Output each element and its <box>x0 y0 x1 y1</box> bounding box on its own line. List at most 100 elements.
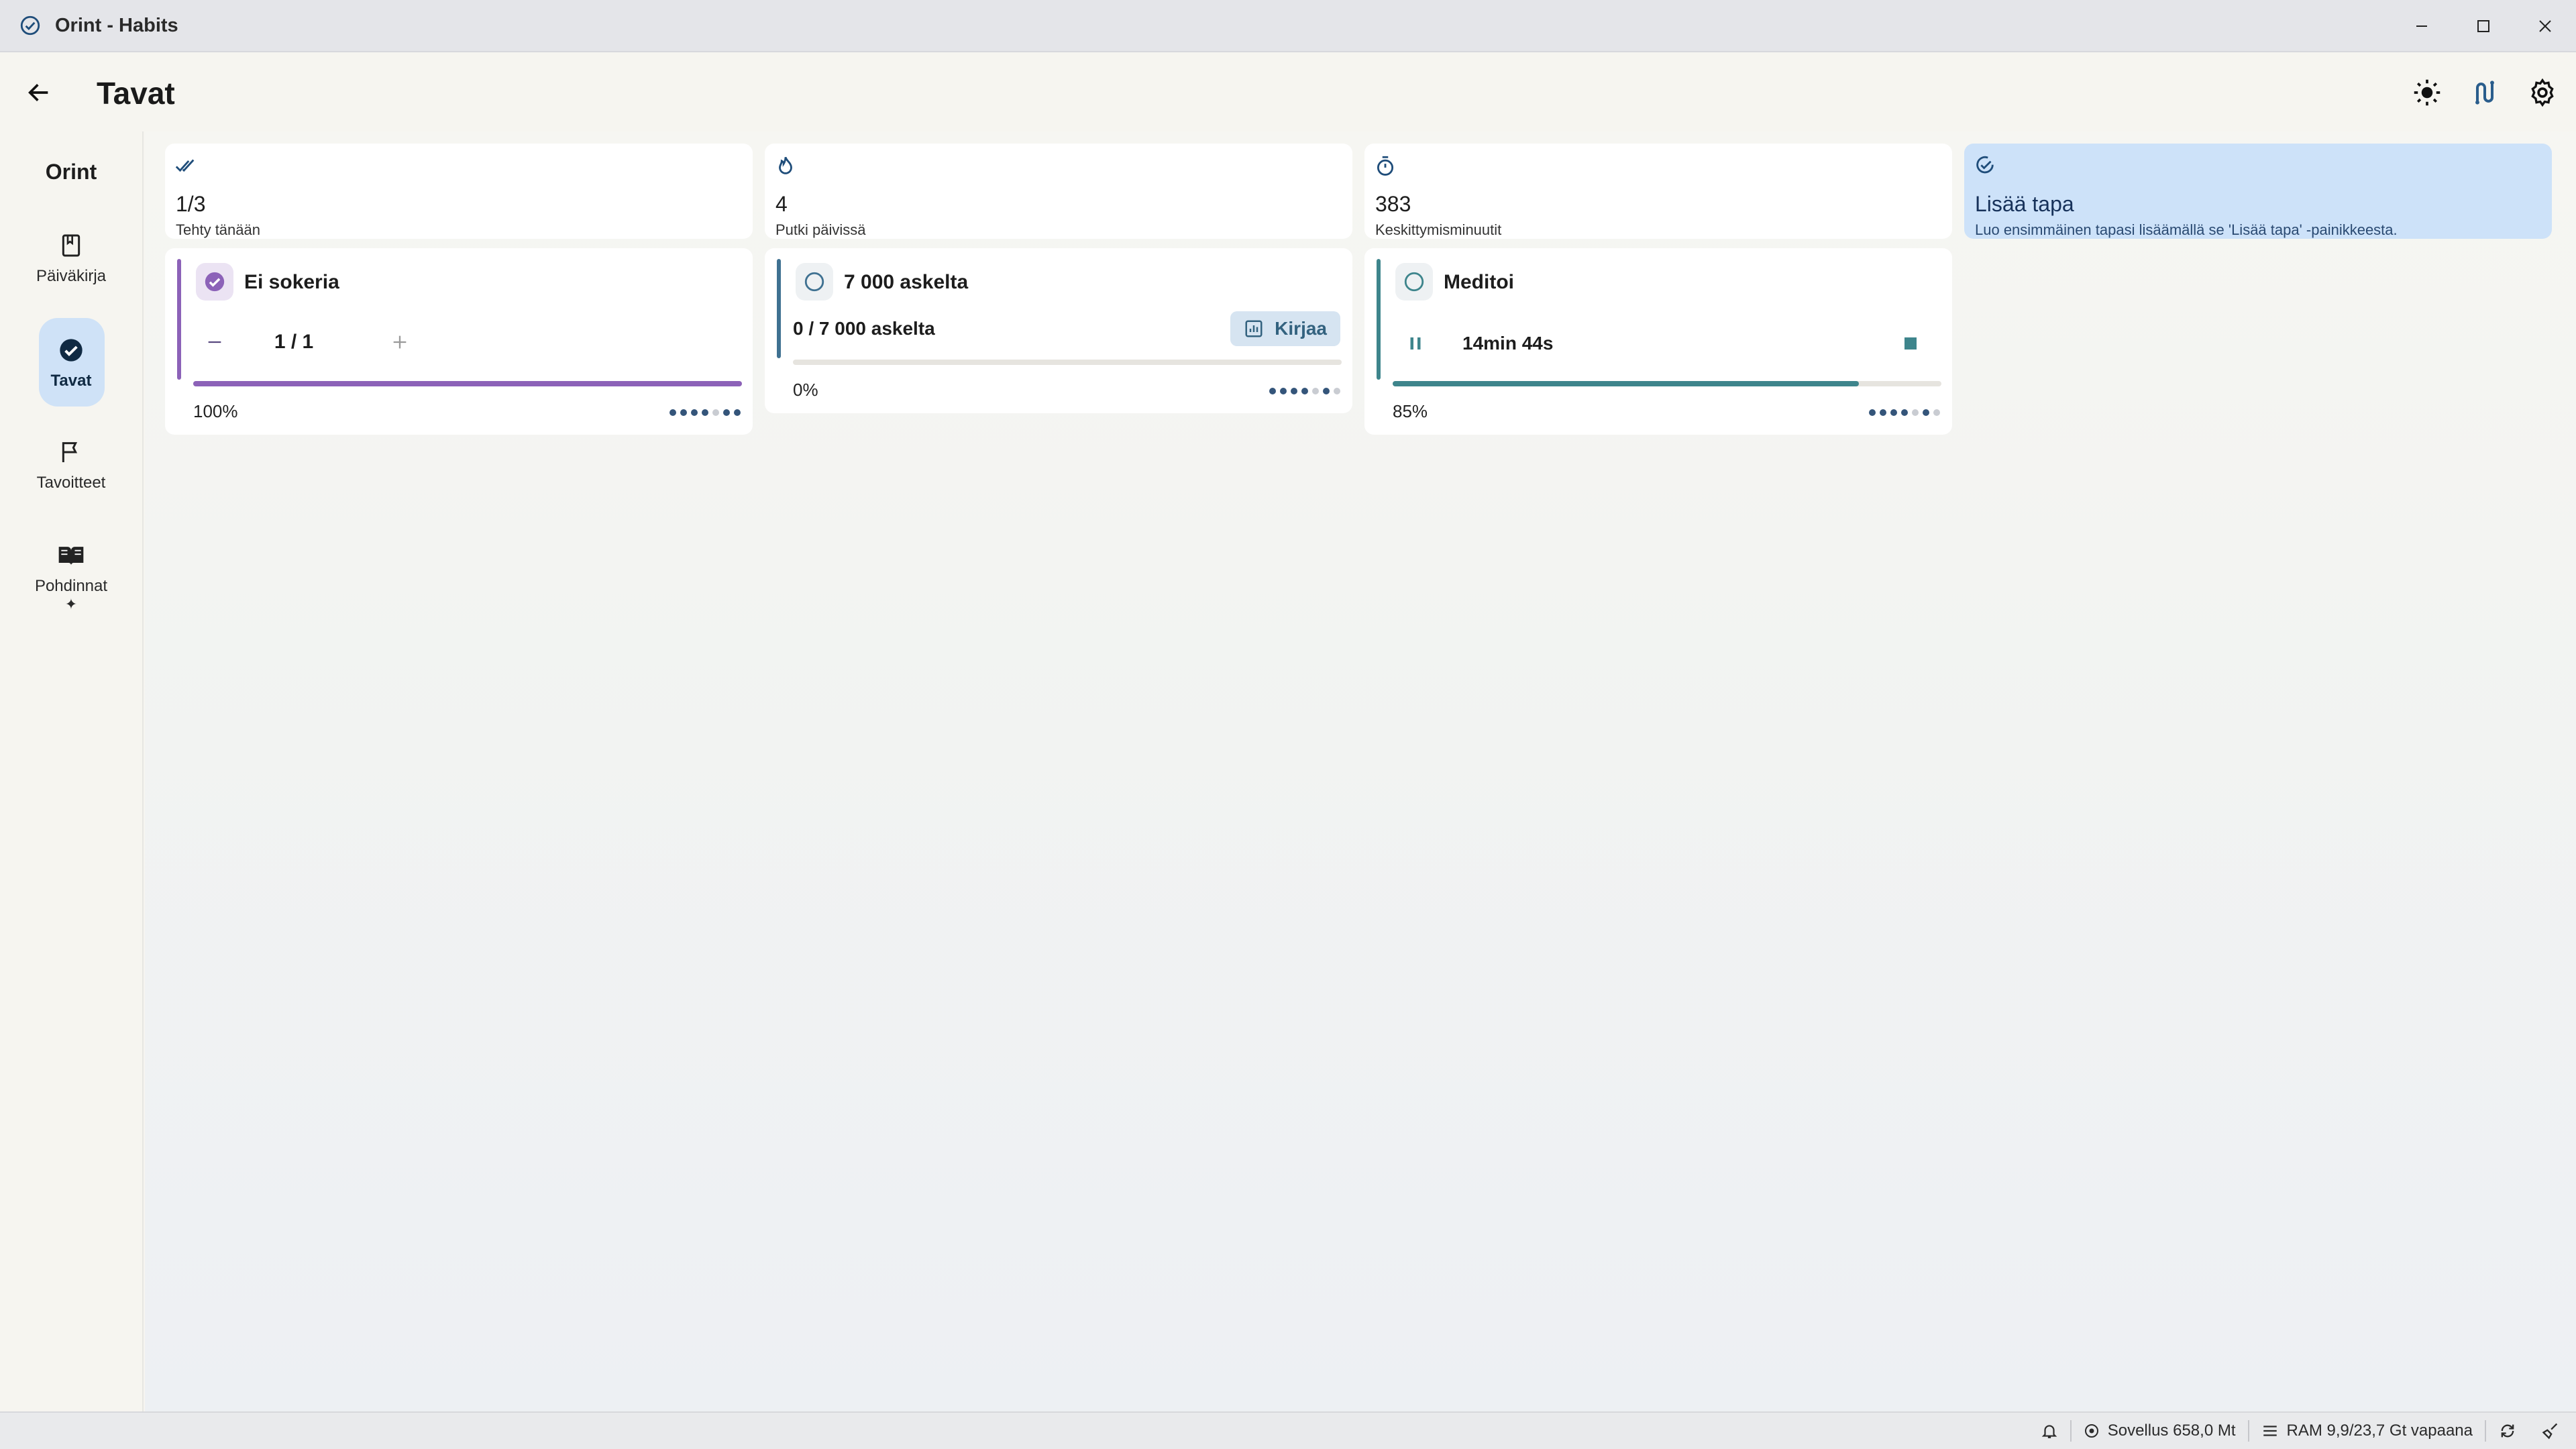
sidebar: Orint Päiväkirja Tavat Tavoitteet Pohdin… <box>0 131 144 1411</box>
history-dot <box>680 409 687 416</box>
notifications-button[interactable] <box>2029 1422 2070 1440</box>
page-title: Tavat <box>97 76 175 111</box>
history-dot <box>1334 388 1340 394</box>
sidebar-item-label: Tavoitteet <box>36 474 106 492</box>
habit-progress-fill <box>1393 381 1860 386</box>
stat-card-focus-minutes: 383 Keskittymisminuutit <box>1364 144 1952 239</box>
broom-button[interactable] <box>2529 1421 2576 1440</box>
habit-complete-toggle[interactable] <box>196 263 233 301</box>
minus-icon <box>208 341 221 343</box>
sidebar-item-tavoitteet[interactable]: Tavoitteet <box>0 433 142 492</box>
stat-card-done-today: 1/3 Tehty tänään <box>165 144 753 239</box>
habit-percent: 0% <box>793 380 818 400</box>
log-button[interactable]: Kirjaa <box>1230 311 1340 346</box>
route-icon <box>2475 80 2494 105</box>
history-dot <box>1323 388 1330 394</box>
log-button-label: Kirjaa <box>1275 318 1327 339</box>
page-header: Tavat <box>0 54 2576 131</box>
maximize-icon <box>2477 20 2489 32</box>
history-dot <box>723 409 730 416</box>
bookmark-icon <box>62 234 80 257</box>
minimize-icon <box>2416 25 2427 27</box>
habit-color-bar <box>177 259 181 380</box>
stat-value: 1/3 <box>176 192 206 216</box>
memory-icon <box>2263 1426 2277 1436</box>
habit-complete-toggle[interactable] <box>1395 263 1433 301</box>
stat-value: 383 <box>1375 192 1411 216</box>
habit-card-7000-askelta: 7 000 askelta 0 / 7 000 askelta Kirjaa 0… <box>765 248 1352 413</box>
stat-card-streak: 4 Putki päivissä <box>765 144 1352 239</box>
status-bar: Sovellus 658,0 Mt RAM 9,9/23,7 Gt vapaan… <box>0 1411 2576 1449</box>
history-dot <box>669 409 676 416</box>
habit-history-dots <box>1269 388 1340 394</box>
increment-button[interactable] <box>381 323 419 361</box>
recycle-icon <box>2501 1424 2514 1438</box>
stat-label: Putki päivissä <box>775 221 866 238</box>
gear-icon <box>2531 78 2554 107</box>
history-dot <box>1312 388 1319 394</box>
sidebar-item-tavat[interactable]: Tavat <box>0 318 142 407</box>
habit-name: Ei sokeria <box>244 271 339 293</box>
history-dot <box>1901 409 1908 416</box>
sparkle-badge: ✦ <box>64 596 78 612</box>
flag-icon <box>62 442 78 462</box>
history-dot <box>1269 388 1276 394</box>
history-dot <box>712 409 719 416</box>
history-dot <box>1912 409 1919 416</box>
habit-count: 1 / 1 <box>274 331 314 353</box>
chip-icon <box>2084 1424 2098 1438</box>
sidebar-item-label: Päiväkirja <box>36 267 107 285</box>
bell-icon <box>2041 1425 2057 1438</box>
habit-progress-bar <box>793 360 1342 365</box>
app-memory-status: Sovellus 658,0 Mt <box>2072 1421 2248 1440</box>
back-button[interactable] <box>20 74 58 111</box>
history-dot <box>1880 409 1886 416</box>
close-button[interactable] <box>2514 0 2576 52</box>
circle-outline-icon <box>1404 272 1424 292</box>
ram-status: RAM 9,9/23,7 Gt vapaana <box>2249 1421 2485 1440</box>
history-dot <box>1890 409 1897 416</box>
habit-name: 7 000 askelta <box>844 271 969 293</box>
theme-toggle-button[interactable] <box>2407 72 2447 113</box>
habit-percent: 85% <box>1393 401 1428 421</box>
flame-icon <box>779 156 792 174</box>
habit-name: Meditoi <box>1444 271 1514 293</box>
habit-progress-bar <box>193 381 742 386</box>
stop-button[interactable] <box>1898 331 1923 356</box>
arrow-left-icon <box>28 84 48 101</box>
maximize-button[interactable] <box>2453 0 2514 52</box>
pause-button[interactable] <box>1403 331 1428 356</box>
sidebar-item-paivakirja[interactable]: Päiväkirja <box>0 227 142 286</box>
sidebar-item-label: Pohdinnat <box>34 577 108 595</box>
add-habit-card[interactable]: Lisää tapa Luo ensimmäinen tapasi lisääm… <box>1964 144 2552 239</box>
habit-complete-toggle[interactable] <box>796 263 833 301</box>
history-dot <box>734 409 741 416</box>
window-title: Orint - Habits <box>55 14 178 36</box>
broom-icon <box>2542 1423 2558 1440</box>
habit-timer: 14min 44s <box>1462 333 1554 354</box>
habit-progress-bar <box>1393 381 1941 386</box>
check-circle-icon <box>60 339 83 362</box>
stat-value: 4 <box>775 192 788 216</box>
habit-percent: 100% <box>193 401 238 421</box>
stopwatch-icon <box>1377 156 1394 176</box>
history-dot <box>1280 388 1287 394</box>
stat-label: Tehty tänään <box>176 221 260 238</box>
minimize-button[interactable] <box>2391 0 2453 52</box>
settings-button[interactable] <box>2522 72 2563 113</box>
sidebar-brand: Orint <box>45 160 97 184</box>
ram-text: RAM 9,9/23,7 Gt vapaana <box>2286 1421 2473 1440</box>
habit-card-meditoi: Meditoi 14min 44s 85% <box>1364 248 1952 435</box>
history-dot <box>702 409 708 416</box>
app-logo-icon <box>20 15 40 36</box>
route-button[interactable] <box>2465 72 2505 113</box>
history-dot <box>1869 409 1876 416</box>
add-check-icon <box>1976 156 1994 174</box>
decrement-button[interactable] <box>196 323 233 361</box>
stat-label: Keskittymisminuutit <box>1375 221 1502 238</box>
open-book-icon <box>58 547 84 566</box>
refresh-button[interactable] <box>2486 1421 2529 1440</box>
circle-outline-icon <box>804 272 824 292</box>
sidebar-item-pohdinnat[interactable]: Pohdinnat ✦ <box>0 537 142 613</box>
add-habit-title: Lisää tapa <box>1975 192 2074 216</box>
